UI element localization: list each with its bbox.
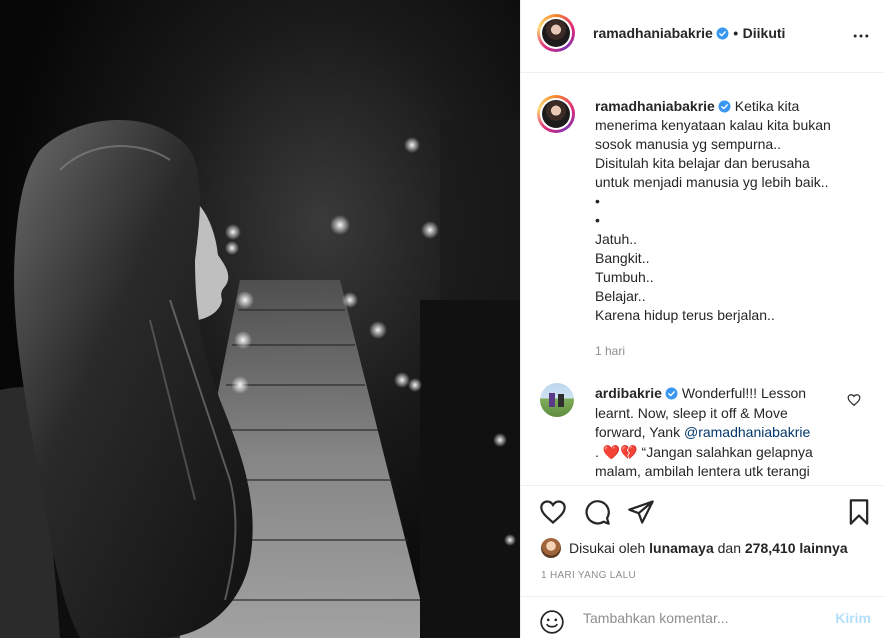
post-date[interactable]: 1 HARI YANG LALU [541,570,636,581]
add-comment-bar: Kirim [521,596,884,638]
comment-mention-link[interactable]: @ramadhaniabakrie [684,424,810,440]
heart-emoji: ❤️💔 [602,443,638,460]
caption-author-username[interactable]: ramadhaniabakrie [595,98,715,114]
post-detail-panel: ramadhaniabakrie • Diikuti ramadhaniabak… [520,0,884,638]
likes-prefix: Disukai oleh [569,540,650,556]
comment-text-line: Wonderful!!! Lesson [681,385,807,401]
comment-like-heart-icon[interactable] [847,393,861,407]
comment-text-line: . [595,443,603,460]
caption-line: Ketika kita [734,98,800,114]
comment-text-line: forward, Yank [595,424,684,440]
verified-badge-icon [665,387,678,400]
post-actions-bar [521,486,884,534]
caption-line: Disitulah kita belajar dan berusaha [595,155,810,171]
liker-avatar[interactable] [541,538,561,558]
post-photo[interactable] [0,0,520,638]
caption-line: Tumbuh.. [595,269,654,285]
post-photo-artwork [0,120,520,638]
follow-status-button[interactable]: Diikuti [743,25,786,41]
caption-line: • [595,193,600,209]
caption-line: Karena hidup terus berjalan.. [595,307,775,323]
caption-line: sosok manusia yg sempurna.. [595,136,781,152]
caption-line: menerima kenyataan kalau kita bukan [595,117,831,133]
author-avatar[interactable] [537,14,575,52]
likes-middle: dan [713,540,745,556]
caption-line: untuk menjadi manusia yg lebih baik.. [595,174,829,190]
commenter-avatar[interactable] [540,383,574,417]
comment-text-line: malam, ambilah lentera utk terangi [595,463,810,479]
comment-text-line: learnt. Now, sleep it off & Move [595,404,788,421]
comment-item: ardibakrie Wonderful!!! Lesson learnt. N… [595,384,835,482]
follow-separator: • [733,25,739,41]
caption-line: • [595,212,600,228]
caption-author-avatar[interactable] [537,95,575,133]
liker-username[interactable]: lunamaya [649,540,714,556]
emoji-smile-icon[interactable] [539,609,565,635]
comments-scroll-area[interactable]: ramadhaniabakrie Ketika kita menerima ke… [521,73,884,486]
verified-badge-icon [716,27,729,40]
likes-count-link[interactable]: 278,410 lainnya [745,540,848,556]
caption-timestamp[interactable]: 1 hari [595,344,625,358]
author-username[interactable]: ramadhaniabakrie [593,25,713,41]
likes-summary: Disukai oleh lunamaya dan 278,410 lainny… [541,538,848,558]
commenter-username[interactable]: ardibakrie [595,385,662,401]
caption-line: Jatuh.. [595,231,638,247]
comment-bubble-icon[interactable] [583,498,611,526]
bookmark-icon[interactable] [845,498,873,526]
caption-line: Belajar.. [595,288,646,304]
more-horizontal-icon[interactable] [851,26,871,46]
heart-icon[interactable] [539,498,567,526]
paper-plane-icon[interactable] [627,498,655,526]
comment-input[interactable] [581,605,825,631]
post-header: ramadhaniabakrie • Diikuti [521,0,884,73]
verified-badge-icon [718,100,731,113]
post-comment-button[interactable]: Kirim [835,610,871,626]
post-caption: ramadhaniabakrie Ketika kita menerima ke… [595,97,855,325]
caption-line: Bangkit.. [595,250,650,266]
comment-text-line: “Jangan salahkan gelapnya [637,443,813,460]
